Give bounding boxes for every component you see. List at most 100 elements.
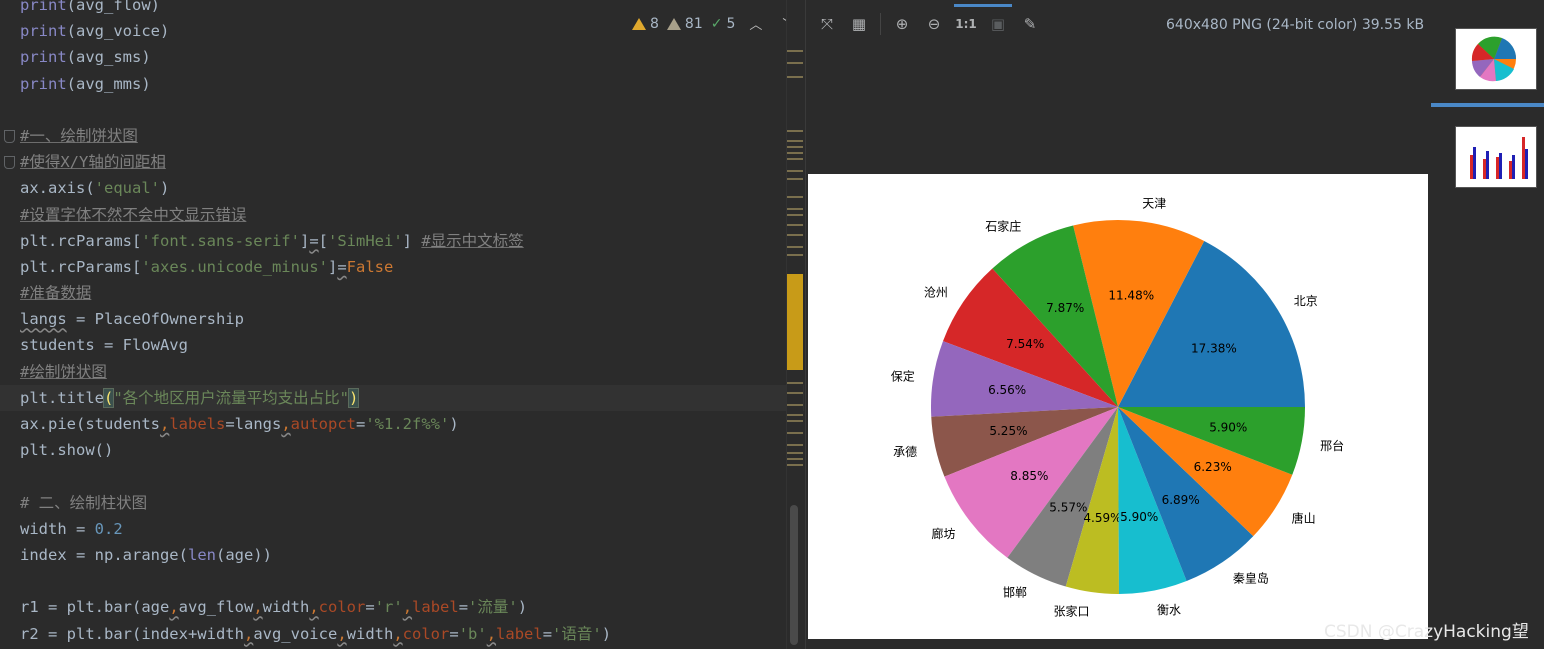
typos-indicator[interactable]: ✓ 5 [711, 16, 736, 32]
thumbnail-strip[interactable] [1431, 0, 1544, 649]
code-token: ] [327, 257, 338, 276]
code-token: avg_sms [76, 48, 142, 67]
code-comment: #显示中文标签 [421, 231, 524, 250]
code-token: [ [318, 231, 328, 250]
actual-size-button[interactable]: 1:1 [955, 13, 977, 35]
code-line[interactable]: #绘制饼状图 [20, 359, 804, 385]
stripe-mark[interactable] [787, 76, 803, 78]
code-line[interactable]: #设置字体不然不会中文显示错误 [20, 202, 804, 228]
grid-icon[interactable]: ▦ [848, 13, 870, 35]
stripe-mark[interactable] [787, 152, 803, 154]
warnings-indicator[interactable]: 8 [632, 16, 659, 32]
code-line[interactable]: plt.show() [20, 437, 804, 463]
stripe-mark[interactable] [787, 234, 803, 236]
code-token: = [365, 598, 375, 617]
code-token: (age)) [215, 545, 272, 564]
pie-category-label: 邢台 [1320, 438, 1344, 453]
code-param: labels [169, 415, 226, 433]
code-string: 'b' [458, 624, 487, 643]
stripe-mark[interactable] [787, 208, 803, 210]
code-token: plt.rcParams[ [20, 231, 142, 250]
code-line[interactable] [20, 97, 804, 123]
chevron-up-icon[interactable]: ︿ [743, 14, 768, 33]
code-token: , [169, 598, 179, 617]
zoom-out-icon[interactable]: ⊖ [923, 13, 945, 35]
code-editor[interactable]: print(avg_flow) print(avg_voice) print(a… [0, 0, 804, 649]
code-line[interactable]: plt.rcParams['axes.unicode_minus']=False [20, 254, 804, 280]
image-viewer[interactable]: ⤧ ▦ ⊕ ⊖ 1:1 ▣ ✎ 640x480 PNG (24-bit colo… [805, 0, 1544, 649]
code-line[interactable]: print(avg_sms) [20, 44, 804, 70]
image-canvas[interactable]: 17.38% 北京 11.48% 天津 7.87% 石家庄 7.54% 沧州 6.56% 保定 5.… [808, 174, 1428, 639]
inspections-widget[interactable]: 8 81 ✓5 ︿ ﹀ [632, 14, 801, 33]
stripe-mark[interactable] [787, 414, 803, 416]
stripe-mark[interactable] [787, 246, 803, 248]
stripe-mark[interactable] [787, 224, 803, 226]
stripe-mark[interactable] [787, 146, 803, 148]
stripe-mark[interactable] [787, 420, 803, 422]
code-comment: #绘制饼状图 [20, 362, 107, 381]
thumbnail-bar[interactable] [1455, 126, 1537, 188]
stripe-mark[interactable] [787, 140, 803, 142]
stripe-mark[interactable] [787, 214, 803, 216]
code-line[interactable]: r1 = plt.bar(age,avg_flow,width,color='r… [20, 594, 804, 620]
code-line[interactable]: #使得X/Y轴的间距相 [20, 149, 804, 175]
code-lines[interactable]: print(avg_flow) print(avg_voice) print(a… [0, 0, 804, 647]
code-token: width [346, 624, 394, 643]
code-token: = [542, 624, 553, 643]
code-line[interactable]: ax.axis('equal') [20, 175, 804, 201]
code-token: = [458, 598, 469, 617]
code-token: , [393, 624, 403, 643]
weak-warnings-indicator[interactable]: 81 [666, 16, 703, 32]
stripe-mark[interactable] [787, 178, 803, 180]
code-token: plt.rcParams[ [20, 257, 142, 276]
stripe-mark[interactable] [787, 452, 803, 454]
stripe-mark[interactable] [787, 254, 803, 256]
stripe-mark[interactable] [787, 382, 803, 384]
stripe-mark[interactable] [787, 392, 803, 394]
fold-marker-icon[interactable] [4, 130, 15, 143]
stripe-mark[interactable] [787, 432, 803, 434]
code-line[interactable]: ax.pie(students,labels=langs,autopct='%1… [20, 411, 804, 437]
code-comment: #一、绘制饼状图 [20, 126, 138, 145]
code-line[interactable]: r2 = plt.bar(index+width,avg_voice,width… [20, 621, 804, 647]
code-line[interactable]: plt.rcParams['font.sans-serif']=['SimHei… [20, 228, 804, 254]
stripe-mark[interactable] [787, 444, 803, 446]
code-token: r1 = plt.bar(age [20, 598, 170, 617]
stripe-mark[interactable] [787, 50, 803, 52]
color-picker-icon[interactable]: ✎ [1019, 13, 1041, 35]
code-line[interactable]: students = FlowAvg [20, 332, 804, 358]
code-param: label [496, 624, 543, 643]
zoom-in-icon[interactable]: ⊕ [891, 13, 913, 35]
stripe-mark[interactable] [787, 196, 803, 198]
vertical-scrollbar[interactable] [790, 505, 798, 645]
pie-pct-label: 6.56% [988, 383, 1026, 397]
code-line-current[interactable]: plt.title("各个地区用户流量平均支出占比") [0, 384, 804, 411]
code-line[interactable]: langs = PlaceOfOwnership [20, 306, 804, 332]
code-line[interactable]: width = 0.2 [20, 516, 804, 542]
code-line[interactable]: #一、绘制饼状图 [20, 123, 804, 149]
thumbnail-pie[interactable] [1455, 28, 1537, 90]
fold-marker-icon[interactable] [4, 156, 15, 169]
code-line[interactable]: print(avg_mms) [20, 71, 804, 97]
stripe-mark[interactable] [787, 62, 803, 64]
stripe-mark[interactable] [787, 404, 803, 406]
stripe-mark[interactable] [787, 130, 803, 132]
pie-category-label: 张家口 [1053, 604, 1089, 619]
pie-pct-label: 7.87% [1046, 301, 1084, 315]
background-icon[interactable]: ▣ [987, 13, 1009, 35]
stripe-mark[interactable] [787, 158, 803, 160]
code-line[interactable]: #准备数据 [20, 280, 804, 306]
fit-icon[interactable]: ⤧ [816, 13, 838, 35]
code-number: 0.2 [94, 519, 123, 538]
stripe-mark[interactable] [787, 464, 803, 466]
code-line[interactable] [20, 568, 804, 594]
stripe-mark[interactable] [787, 170, 803, 172]
code-line[interactable]: # 二、绘制柱状图 [20, 490, 804, 516]
code-param: color [402, 624, 450, 643]
watermark: CSDN @CrazyHacking望 [1324, 622, 1529, 642]
code-token: ) [449, 415, 459, 433]
stripe-mark[interactable] [787, 458, 803, 460]
code-line[interactable] [20, 463, 804, 489]
code-line[interactable]: index = np.arange(len(age)) [20, 542, 804, 568]
scroll-position-marker[interactable] [787, 274, 803, 370]
